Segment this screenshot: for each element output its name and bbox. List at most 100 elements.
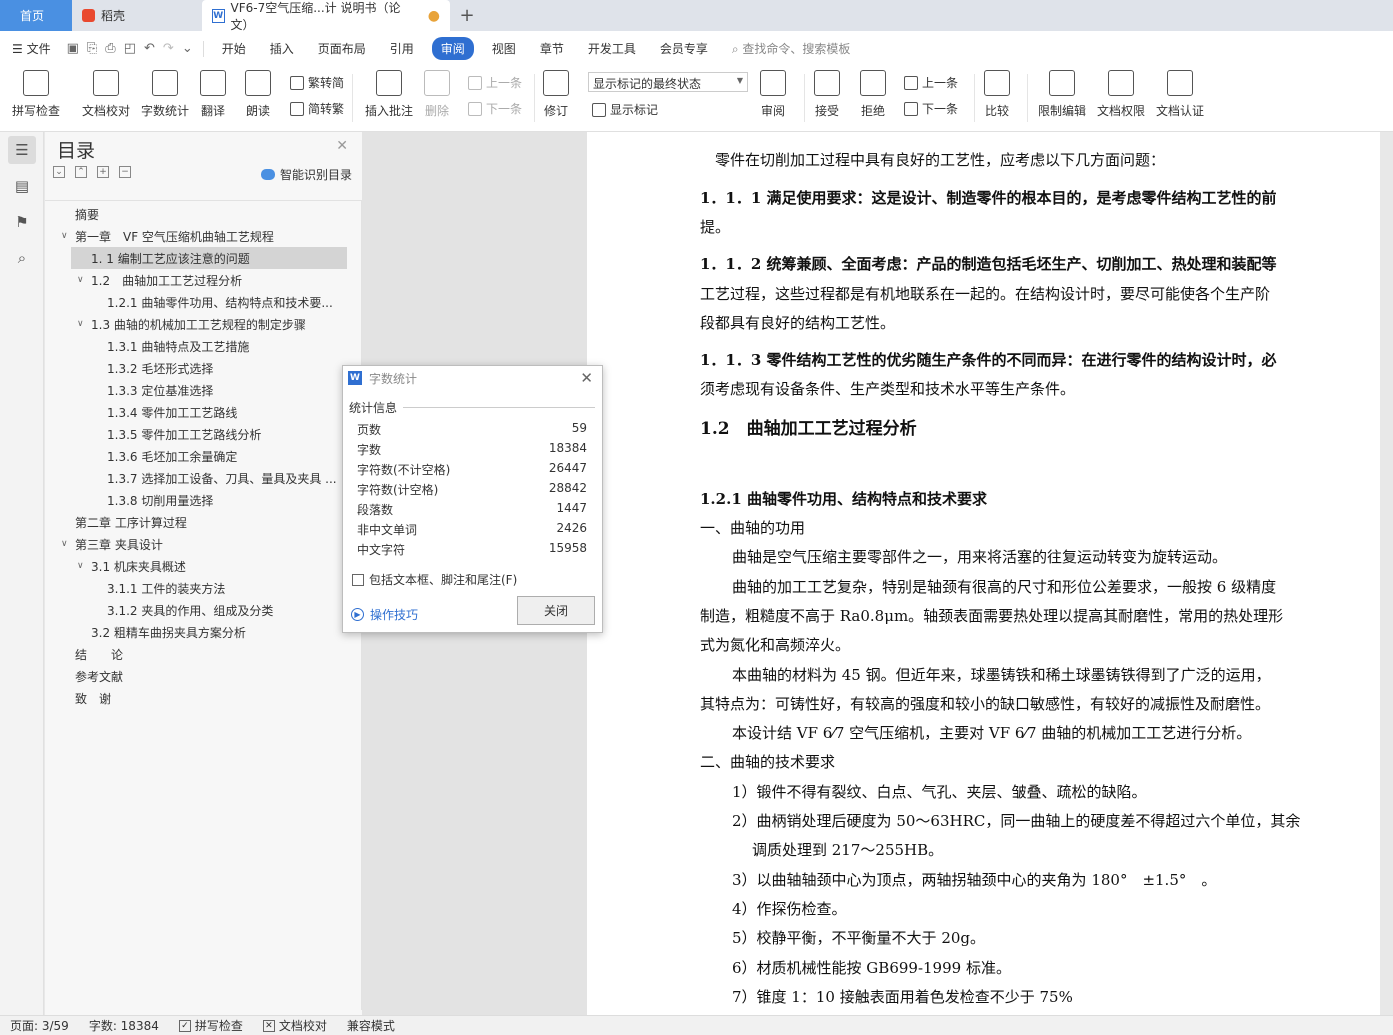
vertical-scrollbar[interactable]	[1380, 132, 1393, 1015]
menu-page-layout[interactable]: 页面布局	[306, 40, 378, 57]
doc-permission-button[interactable]: 文档权限	[1097, 70, 1145, 119]
include-textbox-checkbox[interactable]: 包括文本框、脚注和尾注(F)	[352, 571, 517, 588]
menu-view[interactable]: 视图	[480, 40, 528, 57]
trad-to-simp-button[interactable]: 繁转简	[290, 74, 344, 91]
markup-state-select[interactable]: 显示标记的最终状态 ▼	[588, 72, 748, 92]
toc-panel-icon[interactable]: ☰	[8, 136, 36, 164]
chevron-down-icon[interactable]: ∨	[77, 275, 91, 285]
toc-item[interactable]: ∨ 第一章 VF 空气压缩机曲轴工艺规程	[45, 225, 362, 247]
toc-item[interactable]: 3.1.2 夹具的作用、组成及分类	[45, 599, 362, 621]
next-change-button[interactable]: 下一条	[904, 100, 958, 117]
toc-item[interactable]: ∨ 第三章 夹具设计	[45, 533, 362, 555]
chapter-nav-icon[interactable]: ▤	[8, 172, 36, 200]
menu-review[interactable]: 审阅	[431, 37, 474, 60]
track-changes-button[interactable]: 修订	[543, 70, 569, 119]
menu-section[interactable]: 章节	[528, 40, 576, 57]
close-icon[interactable]: ✕	[336, 138, 348, 154]
status-page[interactable]: 页面: 3/59	[0, 1017, 79, 1034]
print-icon[interactable]: ⎙	[101, 41, 119, 56]
restrict-edit-button[interactable]: 限制编辑	[1038, 70, 1086, 119]
next-change-icon	[904, 101, 918, 116]
toc-item[interactable]: 3.1.1 工件的装夹方法	[45, 577, 362, 599]
add-heading-icon[interactable]: +	[97, 166, 109, 178]
undo-icon[interactable]: ↶	[140, 41, 159, 56]
chevron-down-icon[interactable]: ∨	[61, 539, 75, 549]
toc-item-label: 结 论	[75, 647, 124, 662]
status-spell-label: 拼写检查	[194, 1019, 243, 1033]
menu-developer[interactable]: 开发工具	[576, 40, 648, 57]
tab-daoke[interactable]: 稻壳	[72, 0, 200, 31]
toc-item[interactable]: 1. 1 编制工艺应该注意的问题	[71, 247, 347, 269]
toc-item[interactable]: 参考文献	[45, 665, 362, 687]
left-rail: ☰ ▤ ⚑ ⌕	[0, 132, 44, 1015]
file-menu[interactable]: ☰ 文件	[0, 40, 63, 57]
bookmark-icon[interactable]: ⚑	[8, 208, 36, 236]
document-page[interactable]: 零件在切削加工过程中具有良好的工艺性，应考虑以下几方面问题： 1．1．1 满足使用…	[587, 132, 1380, 1015]
simp-to-trad-button[interactable]: 简转繁	[290, 100, 344, 117]
save-icon[interactable]: ▣	[63, 41, 83, 56]
tab-home[interactable]: 首页	[0, 0, 72, 31]
chevron-down-icon[interactable]: ∨	[77, 561, 91, 571]
collapse-all-icon[interactable]: ⌃	[75, 166, 87, 178]
doc-proof-button[interactable]: 文档校对	[82, 70, 130, 119]
toc-item[interactable]: 致 谢	[45, 687, 362, 709]
next-comment-button[interactable]: 下一条	[468, 100, 522, 117]
status-spell-check[interactable]: ✓ 拼写检查	[169, 1017, 253, 1034]
toc-item[interactable]: 1.3.5 零件加工工艺路线分析	[45, 423, 362, 445]
toc-item[interactable]: 3.2 粗精车曲拐夹具方案分析	[45, 621, 362, 643]
status-doc-proof[interactable]: ✕ 文档校对	[253, 1017, 337, 1034]
insert-comment-button[interactable]: 插入批注	[365, 70, 413, 119]
toc-item[interactable]: 结 论	[45, 643, 362, 665]
accept-button[interactable]: 接受	[814, 70, 840, 119]
preview-icon[interactable]: ◰	[120, 41, 140, 56]
menu-insert[interactable]: 插入	[258, 40, 306, 57]
read-aloud-button[interactable]: 朗读	[245, 70, 271, 119]
reject-button[interactable]: 拒绝	[860, 70, 886, 119]
remove-heading-icon[interactable]: −	[119, 166, 131, 178]
toc-item[interactable]: 1.2.1 曲轴零件功用、结构特点和技术要...	[45, 291, 362, 313]
spell-check-button[interactable]: 拼写检查	[12, 70, 60, 119]
tips-link[interactable]: ▶ 操作技巧	[351, 606, 418, 623]
review-pane-button[interactable]: 审阅	[760, 70, 786, 119]
menu-start[interactable]: 开始	[210, 40, 258, 57]
doc-certify-button[interactable]: 文档认证	[1156, 70, 1204, 119]
prev-comment-button[interactable]: 上一条	[468, 74, 522, 91]
compare-icon	[984, 70, 1010, 96]
toc-item[interactable]: 1.3.2 毛坯形式选择	[45, 357, 362, 379]
dialog-close-button[interactable]: 关闭	[517, 596, 595, 625]
toc-item[interactable]: 1.3.4 零件加工工艺路线	[45, 401, 362, 423]
document-paragraph: 1）锻件不得有裂纹、白点、气孔、夹层、皱叠、疏松的缺陷。	[732, 783, 1147, 801]
trad-to-simp-label: 繁转简	[308, 76, 345, 90]
toc-item[interactable]: ∨ 1.2 曲轴加工工艺过程分析	[45, 269, 362, 291]
toc-item[interactable]: 1.3.3 定位基准选择	[45, 379, 362, 401]
chevron-down-icon[interactable]: ∨	[61, 231, 75, 241]
toc-item[interactable]: 1.3.1 曲轴特点及工艺措施	[45, 335, 362, 357]
prev-change-button[interactable]: 上一条	[904, 74, 958, 91]
tab-document[interactable]: W VF6-7空气压缩...计 说明书（论文） ●	[202, 0, 450, 32]
word-count-button[interactable]: 字数统计	[141, 70, 189, 119]
compare-button[interactable]: 比较	[984, 70, 1010, 119]
export-icon[interactable]: ⎘	[83, 41, 101, 56]
menu-references[interactable]: 引用	[378, 40, 426, 57]
translate-button[interactable]: 翻译	[200, 70, 226, 119]
toc-item[interactable]: ∨ 1.3 曲轴的机械加工工艺规程的制定步骤	[45, 313, 362, 335]
toc-item[interactable]: 1.3.8 切削用量选择	[45, 489, 362, 511]
smart-toc-button[interactable]: 智能识别目录	[260, 166, 352, 183]
status-words[interactable]: 字数: 18384	[79, 1017, 169, 1034]
more-icon[interactable]: ⌄	[178, 41, 197, 56]
toc-item[interactable]: 第二章 工序计算过程	[45, 511, 362, 533]
toc-item[interactable]: 1.3.7 选择加工设备、刀具、量具及夹具 ...	[45, 467, 362, 489]
command-search[interactable]: ⌕ 查找命令、搜索模板	[720, 40, 851, 57]
toc-item[interactable]: 摘要	[45, 203, 362, 225]
new-tab-button[interactable]: +	[450, 0, 484, 31]
expand-all-icon[interactable]: ⌄	[53, 166, 65, 178]
toc-item[interactable]: ∨ 3.1 机床夹具概述	[45, 555, 362, 577]
toc-item[interactable]: 1.3.6 毛坯加工余量确定	[45, 445, 362, 467]
delete-comment-button[interactable]: 删除	[424, 70, 450, 119]
dialog-close-icon[interactable]: ✕	[580, 369, 593, 387]
chevron-down-icon[interactable]: ∨	[77, 319, 91, 329]
search-panel-icon[interactable]: ⌕	[8, 244, 36, 272]
show-markup-button[interactable]: 显示标记	[592, 101, 658, 118]
menu-member[interactable]: 会员专享	[648, 40, 720, 57]
redo-icon[interactable]: ↷	[159, 41, 178, 56]
